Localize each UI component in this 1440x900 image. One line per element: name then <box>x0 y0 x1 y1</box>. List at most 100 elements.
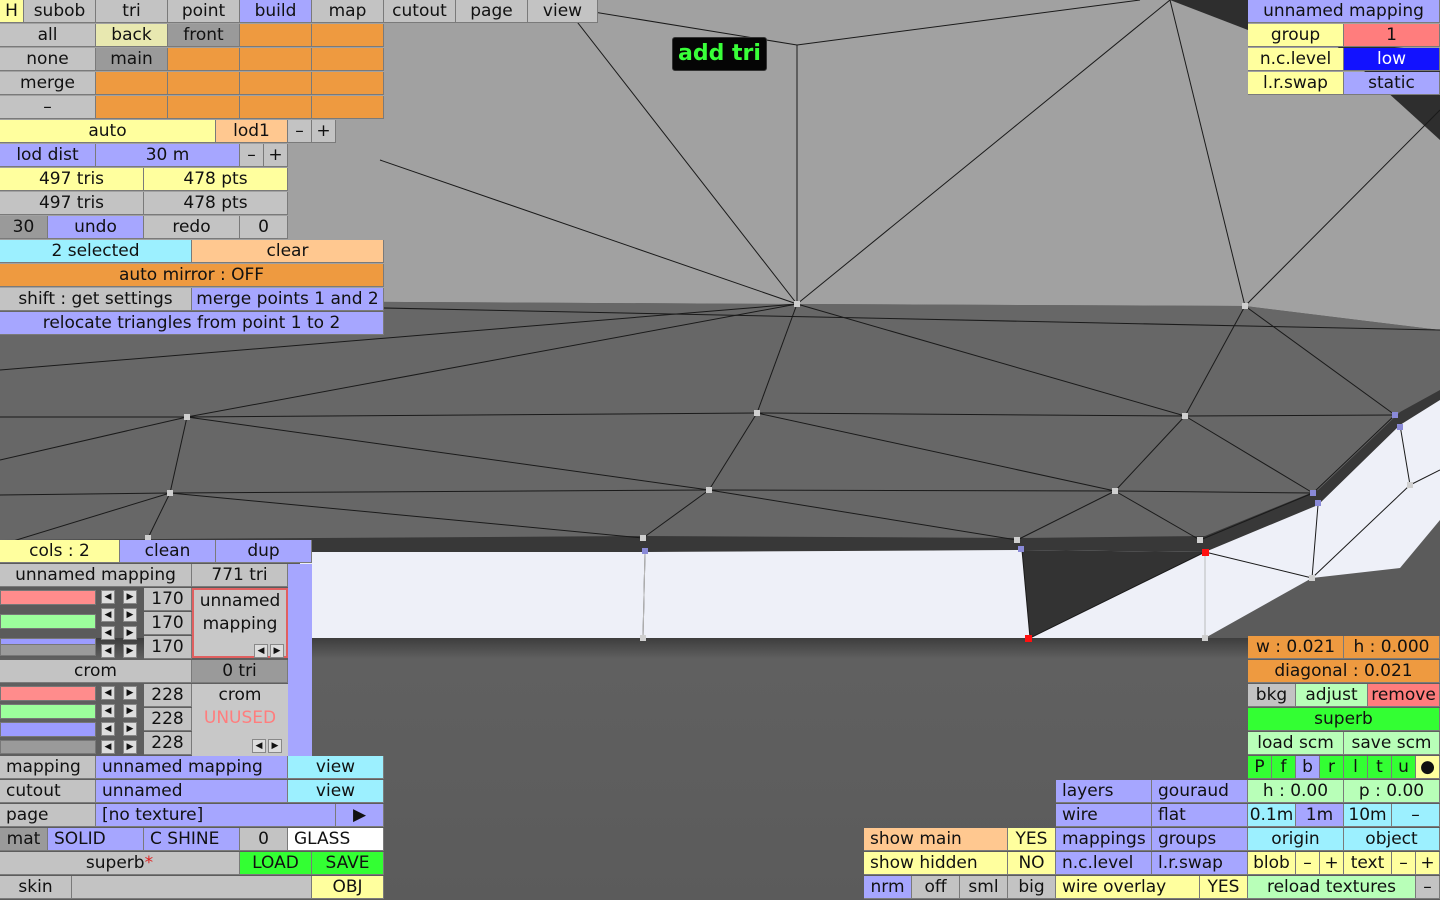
clear-button[interactable]: clear <box>192 240 384 263</box>
lod-dist-plus-button[interactable]: + <box>264 144 288 167</box>
mapping-2-preview[interactable]: crom UNUSED ◀ ▶ <box>192 684 288 756</box>
gouraud-button[interactable]: gouraud <box>1152 780 1248 803</box>
object-button[interactable]: object <box>1344 828 1440 851</box>
merge-points-button[interactable]: merge points 1 and 2 <box>192 288 384 311</box>
nrm-button[interactable]: nrm <box>864 876 912 899</box>
flag-f-button[interactable]: f <box>1272 756 1296 779</box>
flag-t-button[interactable]: t <box>1368 756 1392 779</box>
mapping-2-name[interactable]: crom <box>0 660 192 683</box>
grid-cell[interactable] <box>96 72 168 95</box>
flag-u-button[interactable]: u <box>1392 756 1416 779</box>
adjust-button[interactable]: adjust <box>1296 684 1368 707</box>
step-01m-button[interactable]: 0.1m <box>1248 804 1296 827</box>
grid-cell[interactable] <box>240 48 312 71</box>
text-minus-button[interactable]: – <box>1392 852 1416 875</box>
lod-dist-value[interactable]: 30 m <box>96 144 240 167</box>
main-button[interactable]: main <box>96 48 168 71</box>
layers-button[interactable]: layers <box>1056 780 1152 803</box>
big-button[interactable]: big <box>1008 876 1056 899</box>
load-button[interactable]: LOAD <box>240 852 312 875</box>
cutout-view-button[interactable]: view <box>288 780 384 803</box>
alpha-slider[interactable] <box>0 644 96 656</box>
grid-cell[interactable] <box>168 96 240 119</box>
save-button[interactable]: SAVE <box>312 852 384 875</box>
mapping-scrollbar[interactable] <box>288 564 312 756</box>
arrow-right-icon[interactable]: ▶ <box>123 704 137 718</box>
mapping-title[interactable]: unnamed mapping <box>1248 0 1440 23</box>
mapping-name[interactable]: unnamed mapping <box>0 564 192 587</box>
get-settings-button[interactable]: shift : get settings <box>0 288 192 311</box>
save-scm-button[interactable]: save scm <box>1344 732 1440 755</box>
cols-label[interactable]: cols : 2 <box>0 540 120 563</box>
mapping-preview[interactable]: unnamed mapping ◀ ▶ <box>192 588 288 658</box>
dup-button[interactable]: dup <box>216 540 312 563</box>
grid-cell[interactable] <box>312 24 384 47</box>
lr-swap-value[interactable]: static <box>1344 72 1440 95</box>
auto-mirror-toggle[interactable]: auto mirror : OFF <box>0 264 384 287</box>
merge-button[interactable]: merge <box>0 72 96 95</box>
menu-h[interactable]: H <box>0 0 24 23</box>
undo-button[interactable]: undo <box>48 216 144 239</box>
arrow-left-icon[interactable]: ◀ <box>101 626 115 640</box>
arrow-left-icon[interactable]: ◀ <box>101 722 115 736</box>
step-1m-button[interactable]: 1m <box>1296 804 1344 827</box>
ncl-value[interactable]: low <box>1344 48 1440 71</box>
menu-subob[interactable]: subob <box>24 0 96 23</box>
mapping-value[interactable]: unnamed mapping <box>96 756 288 779</box>
arrow-right-icon[interactable]: ▶ <box>123 626 137 640</box>
arrow-right-icon[interactable]: ▶ <box>270 644 284 658</box>
menu-build[interactable]: build <box>240 0 312 23</box>
text-plus-button[interactable]: + <box>1416 852 1440 875</box>
glass-button[interactable]: GLASS <box>288 828 384 851</box>
reload-minus-button[interactable]: – <box>1416 876 1440 899</box>
superb-file[interactable]: superb* <box>0 852 240 875</box>
arrow-right-icon[interactable]: ▶ <box>123 686 137 700</box>
groups-button[interactable]: groups <box>1152 828 1248 851</box>
step-10m-button[interactable]: 10m <box>1344 804 1392 827</box>
flag-l-button[interactable]: l <box>1344 756 1368 779</box>
red-slider[interactable] <box>0 686 96 701</box>
grid-cell[interactable] <box>312 96 384 119</box>
lod-dist-minus-button[interactable]: – <box>240 144 264 167</box>
menu-cutout[interactable]: cutout <box>384 0 456 23</box>
grid-cell[interactable] <box>312 48 384 71</box>
show-hidden-toggle[interactable]: NO <box>1008 852 1056 875</box>
grid-cell[interactable] <box>240 72 312 95</box>
off-button[interactable]: off <box>912 876 960 899</box>
mapping-view-button[interactable]: view <box>288 756 384 779</box>
solid-button[interactable]: SOLID <box>48 828 144 851</box>
alpha-slider[interactable] <box>0 740 96 754</box>
lod1-button[interactable]: lod1 <box>216 120 288 143</box>
show-main-toggle[interactable]: YES <box>1008 828 1056 851</box>
back-button[interactable]: back <box>96 24 168 47</box>
grid-cell[interactable] <box>240 96 312 119</box>
menu-tri[interactable]: tri <box>96 0 168 23</box>
wire-overlay-toggle[interactable]: YES <box>1200 876 1248 899</box>
arrow-right-icon[interactable]: ▶ <box>123 740 137 754</box>
sml-button[interactable]: sml <box>960 876 1008 899</box>
origin-button[interactable]: origin <box>1248 828 1344 851</box>
arrow-left-icon[interactable]: ◀ <box>101 704 115 718</box>
green-slider[interactable] <box>0 614 96 629</box>
green-slider[interactable] <box>0 704 96 719</box>
page-arrow-icon[interactable]: ▶ <box>336 804 384 827</box>
grid-cell[interactable] <box>96 96 168 119</box>
flag-b-button[interactable]: b <box>1296 756 1320 779</box>
arrow-left-icon[interactable]: ◀ <box>101 590 115 604</box>
dash-button[interactable]: – <box>0 96 96 119</box>
lr-swap-display-button[interactable]: l.r.swap <box>1152 852 1248 875</box>
front-button[interactable]: front <box>168 24 240 47</box>
lod-minus-button[interactable]: – <box>288 120 312 143</box>
arrow-right-icon[interactable]: ▶ <box>123 608 137 622</box>
menu-point[interactable]: point <box>168 0 240 23</box>
menu-view[interactable]: view <box>528 0 598 23</box>
wire-button[interactable]: wire <box>1056 804 1152 827</box>
arrow-left-icon[interactable]: ◀ <box>101 686 115 700</box>
step-minus-button[interactable]: – <box>1392 804 1440 827</box>
flag-p-button[interactable]: P <box>1248 756 1272 779</box>
lod-auto-button[interactable]: auto <box>0 120 216 143</box>
reload-textures-button[interactable]: reload textures <box>1248 876 1416 899</box>
arrow-right-icon[interactable]: ▶ <box>268 739 282 753</box>
dot-icon[interactable]: ● <box>1416 756 1440 779</box>
select-none-button[interactable]: none <box>0 48 96 71</box>
